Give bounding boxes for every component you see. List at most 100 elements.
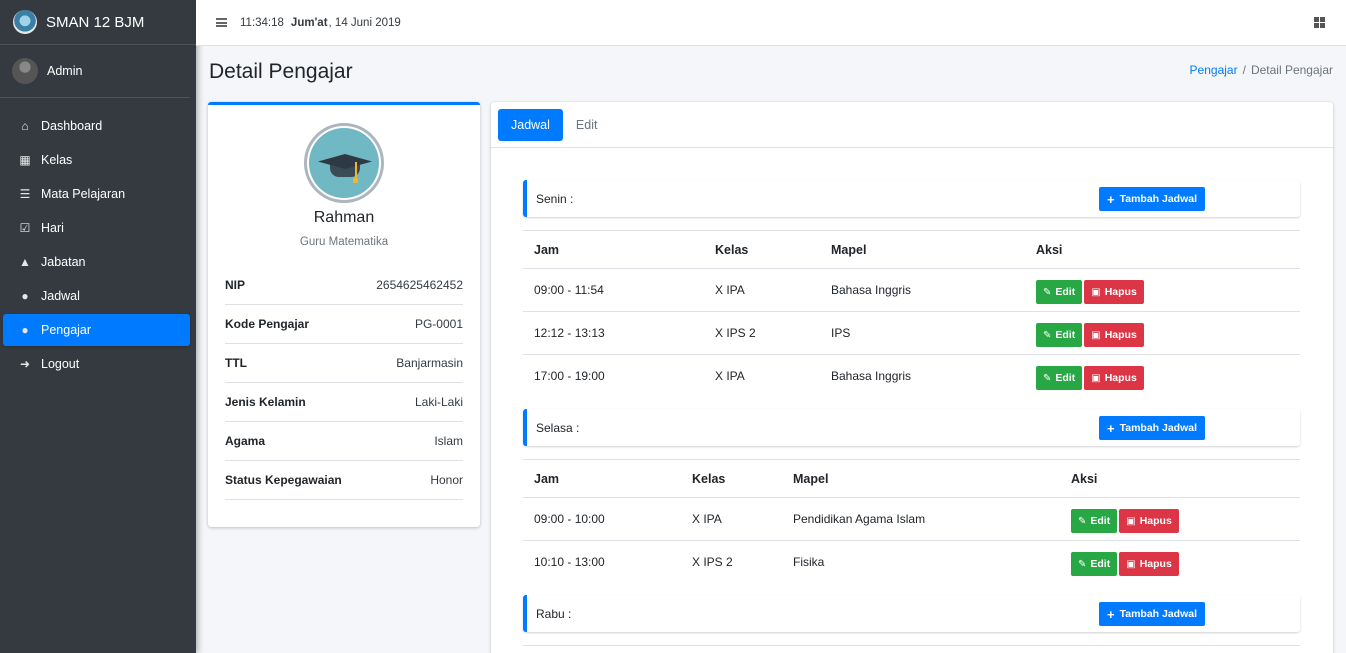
sidebar-item-hari[interactable]: ☑ Hari bbox=[3, 212, 190, 244]
field-value: 2654625462452 bbox=[376, 278, 463, 292]
sidebar-item-label: Pengajar bbox=[41, 323, 92, 337]
sidebar-item-label: Logout bbox=[41, 357, 80, 371]
cell-mapel: Bahasa Inggris bbox=[831, 369, 912, 384]
trash-icon: ▣ bbox=[1126, 558, 1136, 570]
clock-day: Jum'at bbox=[290, 16, 328, 29]
delete-button[interactable]: ▣ Hapus bbox=[1084, 280, 1144, 304]
cell-kelas: X IPA bbox=[704, 268, 820, 312]
school-logo-icon bbox=[13, 10, 37, 34]
profile-row-status: Status Kepegawaian Honor bbox=[225, 461, 463, 500]
trash-icon: ▣ bbox=[1126, 515, 1136, 527]
sidebar-item-jabatan[interactable]: ▲ Jabatan bbox=[3, 246, 190, 278]
tab-jadwal[interactable]: Jadwal bbox=[498, 108, 563, 141]
profile-card: Rahman Guru Matematika NIP 2654625462452 … bbox=[208, 102, 480, 527]
delete-label: Hapus bbox=[1104, 329, 1137, 341]
clock-time: 11:34:18 bbox=[240, 16, 284, 29]
edit-icon: ✎ bbox=[1078, 515, 1087, 527]
delete-button[interactable]: ▣ Hapus bbox=[1084, 323, 1144, 347]
field-value: Laki-Laki bbox=[414, 395, 463, 409]
page-title: Detail Pengajar bbox=[209, 60, 353, 83]
schedule-table-selasa: Jam Kelas Mapel Aksi 09:00 - 10:00 X IPA… bbox=[523, 459, 1300, 584]
tab-bar: Jadwal Edit bbox=[491, 102, 1333, 148]
day-label: Senin : bbox=[536, 191, 574, 206]
edit-label: Edit bbox=[1055, 286, 1076, 298]
sidebar-item-kelas[interactable]: ▦ Kelas bbox=[3, 144, 190, 176]
calendar-icon: ☑ bbox=[19, 221, 31, 235]
sidebar-item-dashboard[interactable]: ⌂ Dashboard bbox=[3, 110, 190, 142]
day-header-senin: Senin : + Tambah Jadwal bbox=[523, 180, 1300, 217]
cell-kelas: X IPS 2 bbox=[692, 555, 733, 570]
sidebar-item-pengajar[interactable]: ● Pengajar bbox=[3, 314, 190, 346]
edit-label: Edit bbox=[1090, 558, 1111, 571]
grid-icon[interactable] bbox=[1314, 17, 1325, 28]
users-icon: ● bbox=[21, 323, 29, 337]
breadcrumb-link-pengajar[interactable]: Pengajar bbox=[1190, 63, 1238, 77]
field-label: TTL bbox=[225, 356, 247, 370]
brand-link[interactable]: SMAN 12 BJM bbox=[0, 0, 196, 45]
cell-mapel: Fisika bbox=[793, 555, 825, 570]
cell-jam: 12:12 - 13:13 bbox=[523, 311, 704, 355]
table-row: 12:12 - 13:13 X IPS 2 IPS ✎ Edit ▣ Hapus bbox=[523, 311, 1300, 355]
plus-icon: + bbox=[1107, 606, 1115, 622]
add-schedule-button[interactable]: + Tambah Jadwal bbox=[1099, 416, 1206, 440]
cell-jam: 17:00 - 19:00 bbox=[534, 369, 605, 384]
plus-icon: + bbox=[1107, 191, 1115, 207]
sidebar: SMAN 12 BJM Admin ⌂ Dashboard ▦ Kelas ☰ … bbox=[0, 0, 196, 653]
cell-kelas: X IPA bbox=[681, 497, 782, 541]
sidebar-item-logout[interactable]: ➜ Logout bbox=[3, 348, 190, 380]
edit-button[interactable]: ✎ Edit bbox=[1036, 366, 1083, 391]
breadcrumb: Pengajar / Detail Pengajar bbox=[1190, 63, 1333, 77]
add-schedule-label: Tambah Jadwal bbox=[1119, 608, 1198, 620]
user-name: Admin bbox=[47, 64, 83, 78]
field-label: Kode Pengajar bbox=[225, 317, 310, 331]
edit-button[interactable]: ✎ Edit bbox=[1071, 509, 1118, 533]
teacher-name: Rahman bbox=[313, 209, 375, 226]
column-header-mapel: Mapel bbox=[782, 459, 1060, 498]
edit-label: Edit bbox=[1090, 515, 1111, 527]
tab-edit[interactable]: Edit bbox=[563, 109, 611, 141]
delete-button[interactable]: ▣ Hapus bbox=[1119, 552, 1179, 577]
sidebar-item-mata-pelajaran[interactable]: ☰ Mata Pelajaran bbox=[3, 178, 190, 210]
table-row: 09:00 - 10:00 X IPA Pendidikan Agama Isl… bbox=[523, 497, 1300, 541]
edit-button[interactable]: ✎ Edit bbox=[1071, 552, 1118, 577]
list-icon: ☰ bbox=[19, 187, 31, 201]
edit-button[interactable]: ✎ Edit bbox=[1036, 280, 1083, 304]
menu-toggle-icon[interactable] bbox=[216, 18, 227, 27]
field-label: Jenis Kelamin bbox=[225, 395, 306, 409]
table-row: 17:00 - 19:00 X IPA Bahasa Inggris ✎ Edit… bbox=[523, 355, 1300, 398]
cell-aksi: ✎ Edit ▣ Hapus bbox=[1025, 311, 1300, 355]
teacher-role: Guru Matematika bbox=[299, 236, 389, 248]
field-value: Honor bbox=[430, 473, 463, 487]
field-label: Status Kepegawaian bbox=[225, 473, 342, 487]
delete-button[interactable]: ▣ Hapus bbox=[1119, 509, 1179, 533]
sidebar-item-jadwal[interactable]: ● Jadwal bbox=[3, 280, 190, 312]
cell-aksi: ✎ Edit ▣ Hapus bbox=[1060, 541, 1300, 584]
home-icon: ⌂ bbox=[21, 119, 29, 133]
add-schedule-button[interactable]: + Tambah Jadwal bbox=[1099, 602, 1206, 626]
cell-aksi: ✎ Edit ▣ Hapus bbox=[1025, 355, 1300, 398]
table-top-border bbox=[523, 645, 1300, 646]
cell-mapel: Bahasa Inggris bbox=[820, 268, 1025, 312]
table-header-row: Jam Kelas Mapel Aksi bbox=[523, 230, 1300, 269]
day-label: Rabu : bbox=[536, 606, 572, 621]
table-row: 10:10 - 13:00 X IPS 2 Fisika ✎ Edit ▣ Hapus bbox=[523, 541, 1300, 584]
schedule-table-senin: Jam Kelas Mapel Aksi 09:00 - 11:54 X IPA… bbox=[523, 230, 1300, 398]
day-label: Selasa : bbox=[536, 420, 580, 435]
edit-icon: ✎ bbox=[1043, 286, 1052, 298]
edit-icon: ✎ bbox=[1043, 372, 1052, 384]
breadcrumb-separator: / bbox=[1242, 63, 1246, 77]
column-header-jam: Jam bbox=[523, 230, 704, 269]
profile-row-religion: Agama Islam bbox=[225, 422, 463, 461]
column-header-kelas: Kelas bbox=[704, 230, 820, 269]
cell-mapel: IPS bbox=[820, 311, 1025, 355]
teacher-avatar bbox=[304, 123, 384, 203]
sidebar-item-label: Hari bbox=[41, 221, 64, 235]
field-value: PG-0001 bbox=[414, 317, 463, 331]
day-header-selasa: Selasa : + Tambah Jadwal bbox=[523, 409, 1300, 446]
add-schedule-button[interactable]: + Tambah Jadwal bbox=[1099, 187, 1206, 211]
user-panel[interactable]: Admin bbox=[0, 45, 190, 98]
plus-icon: + bbox=[1107, 420, 1115, 436]
delete-button[interactable]: ▣ Hapus bbox=[1084, 366, 1144, 391]
edit-button[interactable]: ✎ Edit bbox=[1036, 323, 1083, 347]
schedule-card: Jadwal Edit Senin : + Tambah Jadwal Jam K… bbox=[491, 102, 1333, 653]
